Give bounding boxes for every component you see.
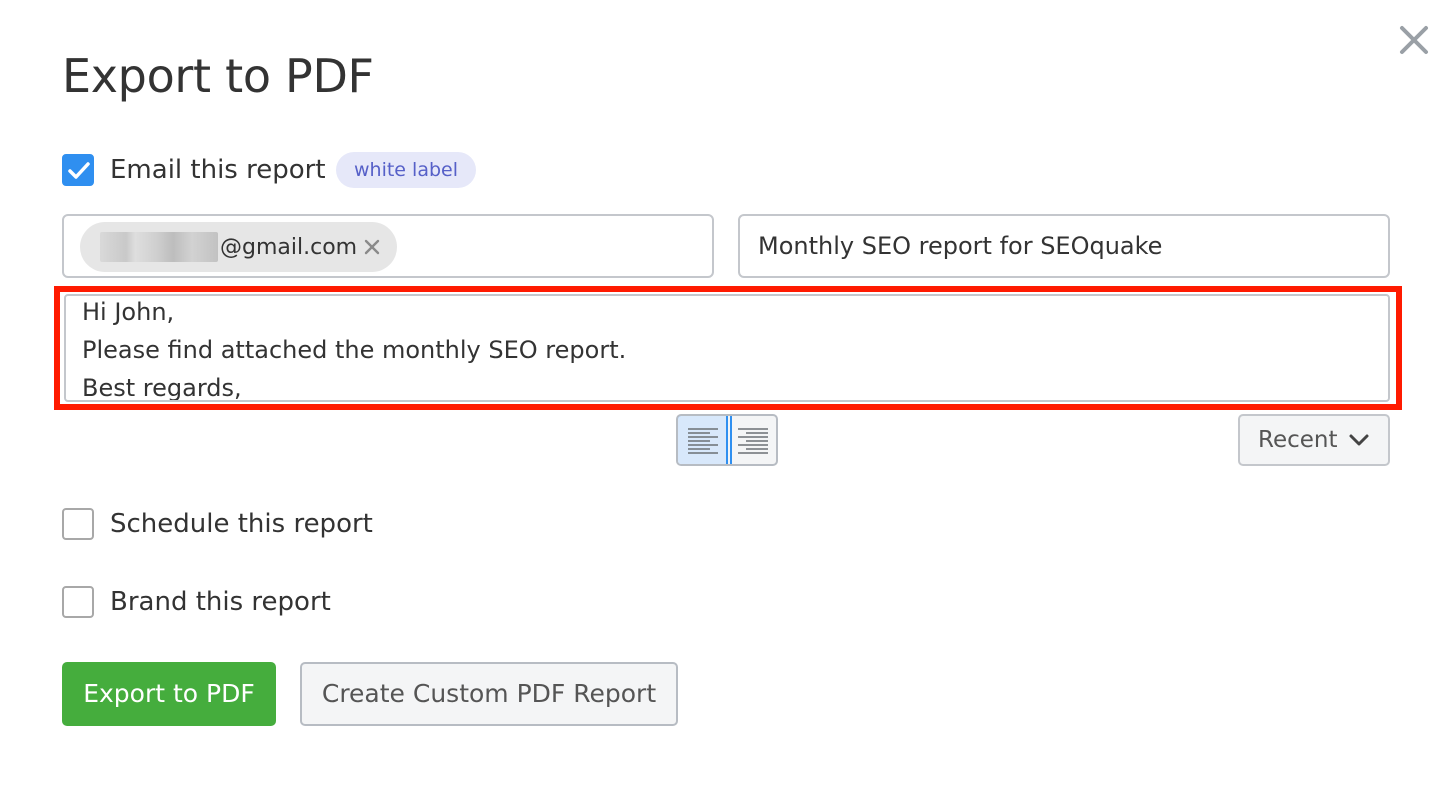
dialog-title: Export to PDF bbox=[62, 49, 374, 103]
brand-report-checkbox[interactable] bbox=[62, 586, 94, 618]
align-right-icon bbox=[738, 428, 768, 454]
align-left-button[interactable] bbox=[678, 416, 732, 464]
email-report-checkbox[interactable] bbox=[62, 154, 94, 186]
close-button[interactable] bbox=[1396, 22, 1432, 58]
create-custom-pdf-report-button[interactable]: Create Custom PDF Report bbox=[300, 662, 678, 726]
export-pdf-dialog: Export to PDF Email this report white la… bbox=[0, 0, 1456, 786]
recipient-chip: @gmail.com bbox=[80, 222, 398, 272]
chevron-down-icon bbox=[1349, 434, 1369, 446]
export-to-pdf-button[interactable]: Export to PDF bbox=[62, 662, 276, 726]
white-label-badge: white label bbox=[336, 152, 476, 188]
schedule-report-checkbox[interactable] bbox=[62, 508, 94, 540]
close-icon bbox=[1400, 26, 1428, 54]
align-right-button[interactable] bbox=[728, 416, 776, 464]
remove-recipient-button[interactable] bbox=[363, 238, 381, 256]
subject-value: Monthly SEO report for SEOquake bbox=[758, 232, 1163, 260]
subject-input[interactable]: Monthly SEO report for SEOquake bbox=[738, 214, 1390, 278]
text-align-toggle bbox=[676, 414, 778, 466]
recipient-field[interactable]: @gmail.com bbox=[62, 214, 714, 278]
recipient-email: @gmail.com bbox=[220, 234, 358, 260]
highlight-box bbox=[54, 286, 1402, 410]
blurred-email-prefix bbox=[100, 232, 218, 262]
remove-icon bbox=[364, 239, 380, 255]
schedule-report-label: Schedule this report bbox=[110, 509, 373, 539]
email-report-label: Email this report bbox=[110, 155, 326, 185]
brand-report-label: Brand this report bbox=[110, 587, 331, 617]
recent-label: Recent bbox=[1258, 427, 1338, 453]
recent-dropdown[interactable]: Recent bbox=[1238, 414, 1390, 466]
checkmark-icon bbox=[68, 162, 90, 179]
align-left-icon bbox=[688, 428, 718, 454]
